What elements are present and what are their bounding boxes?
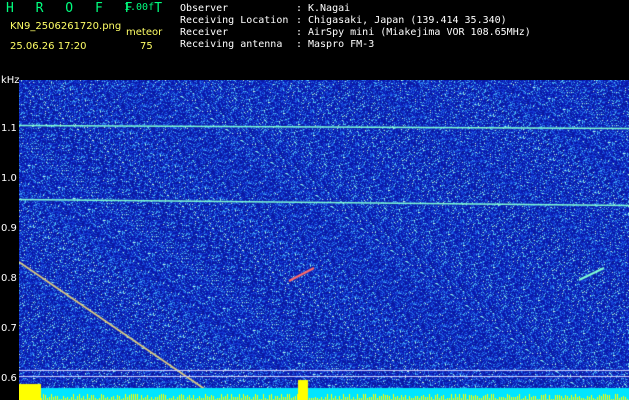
info-row-receiver: Receiver: AirSpy mini (Miakejima VOR 108.…: [180, 27, 531, 38]
freq-tick: 1.0: [1, 173, 17, 184]
version-label: 1.00f: [124, 2, 155, 13]
header-panel: H R O F F T 1.00f KN9_2506261720.png met…: [0, 0, 629, 86]
unit-label: kHz: [1, 75, 20, 86]
freq-tick: 0.7: [1, 323, 17, 334]
info-key: Observer: [180, 3, 229, 14]
meteor-count-value: 75: [140, 41, 153, 52]
info-value: Chigasaki, Japan (139.414 35.340): [308, 15, 507, 26]
info-colon: :: [296, 39, 303, 50]
spectrogram-canvas: [19, 80, 629, 400]
info-row-location: Receiving Location: Chigasaki, Japan (139…: [180, 15, 507, 26]
freq-tick: 0.9: [1, 223, 17, 234]
info-value: Maspro FM-3: [308, 39, 375, 50]
info-colon: :: [296, 27, 303, 38]
freq-tick: 0.8: [1, 273, 17, 284]
info-value: AirSpy mini (Miakejima VOR 108.65MHz): [308, 27, 531, 38]
filename-label: KN9_2506261720.png: [10, 21, 122, 32]
info-key: Receiver: [180, 27, 229, 38]
info-value: K.Nagai: [308, 3, 351, 14]
info-colon: :: [296, 3, 303, 14]
info-key: Receiving Location: [180, 15, 289, 26]
info-row-observer: Observer: K.Nagai: [180, 3, 350, 14]
info-row-antenna: Receiving antenna: Maspro FM-3: [180, 39, 374, 50]
meteor-count-label: meteor: [126, 27, 163, 38]
info-colon: :: [296, 15, 303, 26]
info-key: Receiving antenna: [180, 39, 283, 50]
datetime-label: 25.06.26 17:20: [10, 41, 87, 52]
freq-tick: 1.1: [1, 123, 17, 134]
freq-tick: 0.6: [1, 373, 17, 384]
